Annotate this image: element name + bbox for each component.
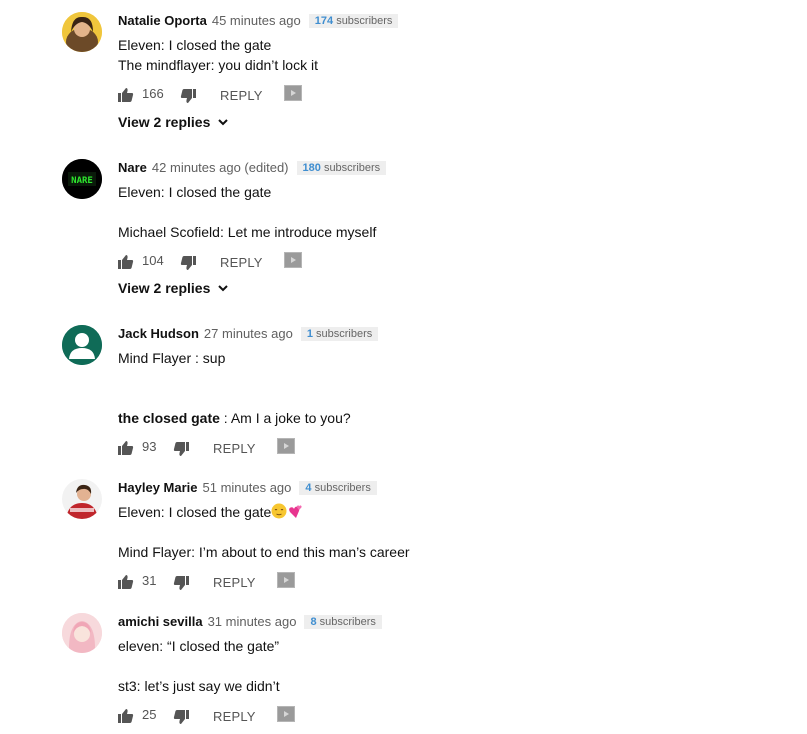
like-count: 166 [142, 86, 164, 101]
thumbs-down-icon[interactable] [180, 255, 196, 274]
comment-text-line: The mindflayer: you didn’t lock it [118, 57, 318, 73]
subscriber-badge: 4 subscribers [299, 481, 377, 495]
reply-button[interactable]: REPLY [220, 255, 263, 270]
thumbs-up-icon[interactable] [118, 574, 134, 593]
video-reply-icon[interactable] [277, 572, 295, 591]
plain-text: : Am I a joke to you? [219, 410, 351, 426]
reply-button[interactable]: REPLY [213, 441, 256, 456]
avatar[interactable] [62, 613, 102, 653]
subscriber-count: 8 [310, 616, 317, 628]
reply-button[interactable]: REPLY [213, 709, 256, 724]
video-reply-icon[interactable] [284, 85, 302, 104]
reply-button[interactable]: REPLY [213, 575, 256, 590]
subscriber-count: 4 [305, 482, 312, 494]
video-reply-icon[interactable] [277, 438, 295, 457]
chevron-down-icon [218, 285, 228, 292]
thumbs-down-icon[interactable] [173, 441, 189, 460]
author-name[interactable]: Hayley Marie [118, 480, 198, 495]
avatar[interactable] [62, 479, 102, 519]
subscriber-badge: 1 subscribers [300, 327, 379, 341]
like-count: 104 [142, 253, 164, 268]
view-replies-button[interactable]: View 2 replies [118, 114, 229, 130]
comment-text-line: eleven: “I closed the gate” [118, 638, 280, 654]
avatar[interactable]: NARE [62, 159, 102, 199]
author-name[interactable]: Jack Hudson [118, 326, 199, 341]
comment-text-line: the closed gate : Am I a joke to you? [118, 409, 351, 427]
comment-header: Natalie Oporta 45 minutes ago 174 subscrib… [118, 12, 399, 30]
view-replies-button[interactable]: View 2 replies [118, 280, 229, 296]
comment-header: Nare 42 minutes ago (edited) 180 subscribe… [118, 159, 387, 177]
author-name[interactable]: amichi sevilla [118, 614, 203, 629]
subscriber-count: 1 [306, 328, 313, 340]
comment-text-line: Eleven: I closed the gate [118, 37, 272, 53]
chevron-down-icon [218, 119, 228, 126]
like-count: 93 [142, 439, 157, 454]
svg-text:NARE: NARE [71, 176, 93, 186]
two-hearts-emoji-icon [289, 505, 302, 518]
comment-thread: NARE Nare 42 minutes ago (edited) 180 subs… [62, 159, 762, 299]
avatar-image [62, 12, 102, 52]
thumbs-up-icon[interactable] [118, 440, 134, 459]
comment-time[interactable]: 42 minutes ago (edited) [152, 160, 289, 175]
video-reply-icon[interactable] [284, 252, 302, 271]
thumbs-down-icon[interactable] [173, 709, 189, 728]
comment-text-line: Michael Scofield: Let me introduce mysel… [118, 224, 377, 240]
subscriber-label: subscribers [316, 328, 373, 340]
comment-header: Jack Hudson 27 minutes ago 1 subscribers [118, 325, 379, 343]
comment-text-line: st3: let’s just say we didn’t [118, 678, 280, 694]
avatar-image [62, 325, 102, 365]
comment-thread: amichi sevilla 31 minutes ago 8 subscriber… [62, 613, 762, 728]
avatar[interactable] [62, 12, 102, 52]
bold-text: the closed gate [118, 410, 220, 426]
avatar-image [62, 479, 102, 519]
author-name[interactable]: Nare [118, 160, 147, 175]
thumbs-up-icon[interactable] [118, 87, 134, 106]
subscriber-label: subscribers [319, 616, 376, 628]
comment-text-line: Eleven: I closed the gate [118, 184, 272, 200]
comment-text-line: Mind Flayer: I’m about to end this man’s… [118, 544, 410, 560]
author-name[interactable]: Natalie Oporta [118, 13, 207, 28]
thumbs-up-icon[interactable] [118, 708, 134, 727]
comment-time[interactable]: 45 minutes ago [212, 13, 301, 28]
comment-header: Hayley Marie 51 minutes ago 4 subscribers [118, 479, 377, 497]
reply-button[interactable]: REPLY [220, 88, 263, 103]
avatar-image [62, 613, 102, 653]
thumbs-down-icon[interactable] [180, 88, 196, 107]
avatar-image: NARE [62, 159, 102, 199]
subscriber-count: 180 [302, 162, 321, 174]
like-count: 25 [142, 707, 157, 722]
view-replies-label: View 2 replies [118, 280, 211, 296]
subscriber-count: 174 [314, 15, 334, 27]
comment-thread: Hayley Marie 51 minutes ago 4 subscribers … [62, 479, 762, 591]
comment-text-line: Mind Flayer : sup [118, 350, 226, 366]
subscriber-label: subscribers [323, 162, 381, 174]
thumbs-down-icon[interactable] [173, 575, 189, 594]
comment-time[interactable]: 51 minutes ago [203, 480, 292, 495]
avatar[interactable] [62, 325, 102, 365]
like-count: 31 [142, 573, 157, 588]
subscriber-badge: 180 subscribers [296, 161, 387, 175]
relieved-face-emoji-icon [271, 503, 287, 519]
video-reply-icon[interactable] [277, 706, 295, 725]
comment-header: amichi sevilla 31 minutes ago 8 subscriber… [118, 613, 382, 631]
comment-text: Eleven: I closed the gate [118, 504, 272, 520]
thumbs-up-icon[interactable] [118, 254, 134, 273]
subscriber-label: subscribers [336, 15, 393, 27]
comment-text-line: Eleven: I closed the gate [118, 503, 303, 521]
comment-thread: Natalie Oporta 45 minutes ago 174 subscrib… [62, 12, 762, 137]
subscriber-badge: 174 subscribers [308, 14, 399, 28]
subscriber-label: subscribers [314, 482, 371, 494]
comment-time[interactable]: 31 minutes ago [208, 614, 297, 629]
comment-time[interactable]: 27 minutes ago [204, 326, 293, 341]
comment-thread: Jack Hudson 27 minutes ago 1 subscribers M… [62, 325, 762, 460]
subscriber-badge: 8 subscribers [304, 615, 382, 629]
view-replies-label: View 2 replies [118, 114, 211, 130]
